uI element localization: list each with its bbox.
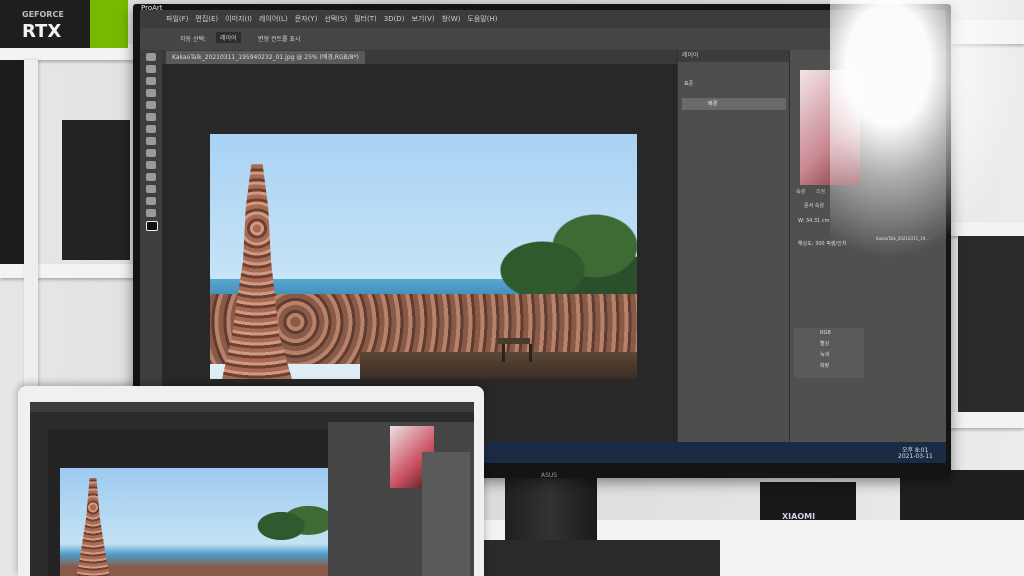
- brush-tool-icon[interactable]: [146, 113, 156, 121]
- gpu-accent-stripe: [90, 0, 128, 48]
- monitor-stand-base: [470, 540, 720, 576]
- pen-tool-icon[interactable]: [146, 161, 156, 169]
- laptop-photo: [60, 468, 328, 576]
- light-glare: [830, 0, 1024, 260]
- lasso-tool-icon[interactable]: [146, 77, 156, 85]
- gpu-brand-top: GEFORCE: [22, 10, 64, 19]
- laptop-screen: [30, 402, 474, 576]
- layer-row[interactable]: 배경: [682, 98, 786, 110]
- bezel-logo: ASUS: [541, 472, 558, 479]
- layer-select-dropdown[interactable]: 레이어: [216, 32, 241, 43]
- shape-tool-icon[interactable]: [146, 185, 156, 193]
- photo-bench-legs: [502, 344, 532, 362]
- menu-view[interactable]: 보기(V): [411, 10, 434, 28]
- adjustments-tab[interactable]: 조정: [816, 188, 825, 195]
- shelf-board: [950, 412, 1024, 428]
- channel-row[interactable]: RGB: [794, 328, 864, 339]
- foreground-color-swatch[interactable]: [146, 221, 158, 231]
- eyedropper-tool-icon[interactable]: [146, 101, 156, 109]
- document-tabbar: KakaoTalk_20210311_195940232_01.jpg @ 25…: [162, 50, 677, 64]
- blend-mode-dropdown[interactable]: 표준: [684, 80, 693, 87]
- type-tool-icon[interactable]: [146, 173, 156, 181]
- canvas-photo: [210, 134, 637, 379]
- shelf-board: [0, 264, 135, 278]
- layers-panel: 레이어 표준 배경: [677, 50, 794, 463]
- shelf-cubby: [958, 236, 1024, 412]
- laptop-panels: [328, 422, 474, 576]
- eraser-tool-icon[interactable]: [146, 137, 156, 145]
- channel-row[interactable]: 빨강: [794, 339, 864, 350]
- width-value: W: 34.31 cm: [798, 218, 830, 224]
- channel-row[interactable]: 녹색: [794, 350, 864, 361]
- menu-type[interactable]: 문자(Y): [295, 10, 318, 28]
- crop-tool-icon[interactable]: [146, 89, 156, 97]
- taskbar-date: 2021-03-11: [898, 453, 933, 460]
- marquee-tool-icon[interactable]: [146, 65, 156, 73]
- menu-layer[interactable]: 레이어(L): [259, 10, 288, 28]
- menu-image[interactable]: 이미지(I): [225, 10, 252, 28]
- menu-filter[interactable]: 필터(T): [354, 10, 377, 28]
- laptop-properties-panel: [422, 452, 470, 576]
- stamp-tool-icon[interactable]: [146, 125, 156, 133]
- transform-controls-checkbox[interactable]: 변형 컨트롤 표시: [258, 34, 300, 43]
- product-box: [62, 120, 130, 260]
- channels-list: RGB 빨강 녹색 파랑: [794, 328, 864, 378]
- properties-tab[interactable]: 속성: [796, 188, 805, 195]
- layer-name: 배경: [708, 101, 718, 107]
- photo-deck: [360, 352, 637, 379]
- options-bar: 자동 선택: 레이어 변형 컨트롤 표시: [140, 28, 946, 51]
- gpu-box: GEFORCE RTX: [0, 0, 128, 48]
- move-tool-icon[interactable]: [146, 53, 156, 61]
- laptop-photo-tower: [76, 478, 110, 576]
- menu-help[interactable]: 도움말(H): [467, 10, 497, 28]
- menu-3d[interactable]: 3D(D): [384, 10, 405, 28]
- doc-properties-label: 문서 속성: [804, 203, 824, 209]
- laptop-photo-tree: [250, 498, 328, 554]
- document-tab[interactable]: KakaoTalk_20210311_195940232_01.jpg @ 25…: [166, 51, 365, 64]
- zoom-tool-icon[interactable]: [146, 209, 156, 217]
- menu-edit[interactable]: 편집(E): [195, 10, 218, 28]
- shelf-cubby: [0, 60, 24, 264]
- photoshop-menubar: 파일(F) 편집(E) 이미지(I) 레이어(L) 문자(Y) 선택(S) 필터(T) 3D(…: [140, 10, 946, 28]
- shelf-divider: [24, 60, 38, 400]
- gradient-tool-icon[interactable]: [146, 149, 156, 157]
- auto-select-label: 자동 선택:: [180, 36, 207, 43]
- gpu-brand-bottom: RTX: [22, 21, 62, 42]
- menu-select[interactable]: 선택(S): [324, 10, 347, 28]
- menu-file[interactable]: 파일(F): [166, 10, 188, 28]
- channel-row[interactable]: 파랑: [794, 361, 864, 372]
- layers-panel-title[interactable]: 레이어: [678, 50, 794, 62]
- menu-window[interactable]: 창(W): [442, 10, 461, 28]
- laptop-menubar: [30, 402, 474, 412]
- hand-tool-icon[interactable]: [146, 197, 156, 205]
